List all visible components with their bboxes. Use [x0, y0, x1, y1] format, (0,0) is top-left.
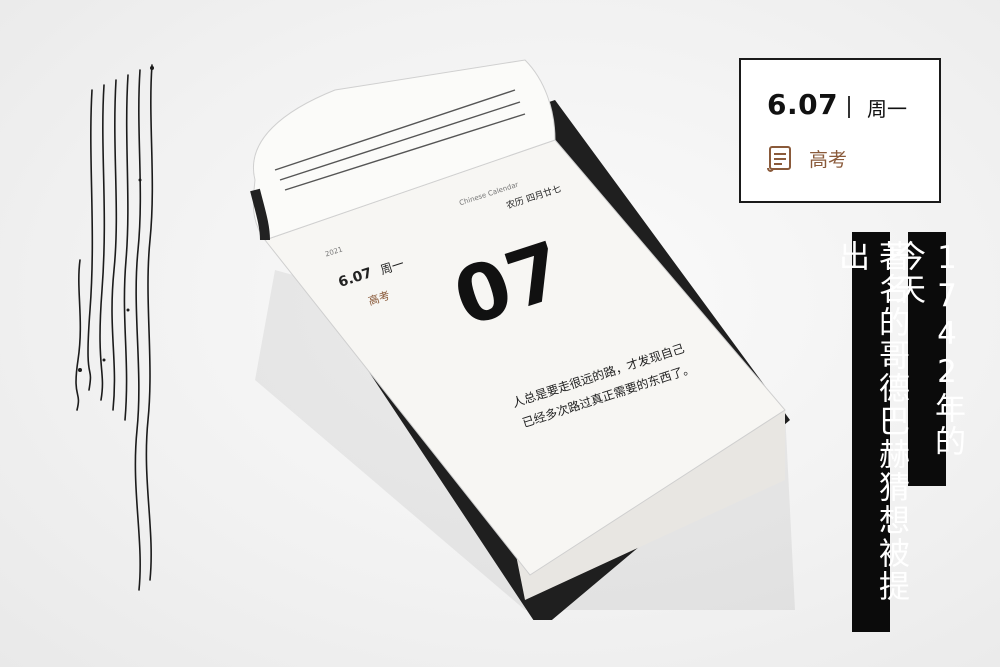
card-weekday: 周一: [867, 97, 907, 121]
desk-calendar: [250, 59, 795, 620]
handwritten-manuscript: [75, 64, 154, 591]
card-date: 6.07: [767, 88, 839, 121]
headline-banner-date: 1742年的今天: [889, 232, 965, 486]
date-info-card: 6.07 周一 高考: [739, 58, 941, 203]
headline-banner-event: 著名的哥德巴赫猜想被提出: [833, 232, 909, 632]
card-divider: [848, 96, 850, 118]
card-event: 高考: [809, 149, 848, 171]
certificate-scroll-icon: [767, 146, 791, 172]
